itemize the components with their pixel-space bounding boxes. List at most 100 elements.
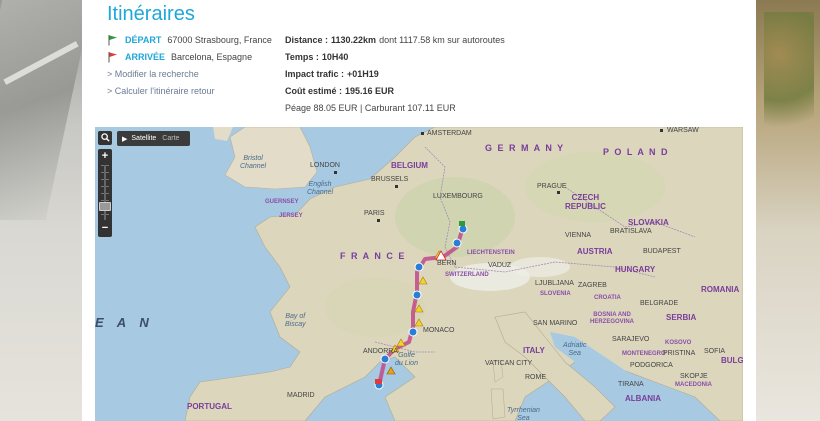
map-label-zagreb: ZAGREB: [578, 282, 607, 289]
map-label-italy: ITALY: [523, 346, 545, 355]
red-flag-icon: [107, 51, 119, 63]
route-stats: Distance : 1130.22km dont 1117.58 km sur…: [285, 31, 615, 116]
modify-search-row: > Modifier la recherche: [107, 65, 287, 82]
zoom-out-button[interactable]: −: [98, 222, 112, 235]
cout-label: Coût estimé :: [285, 85, 343, 96]
map-label-budapest: BUDAPEST: [643, 248, 681, 255]
map-label-podgorica: PODGORICA: [630, 362, 673, 369]
map-type-toggle[interactable]: ▶ Satellite Carte: [117, 131, 190, 146]
map-label-warsaw: WARSAW: [667, 127, 699, 134]
depart-row: DÉPART 67000 Strasbourg, France: [107, 31, 287, 48]
background-road: [0, 0, 95, 220]
map-label-serbia: SERBIA: [666, 313, 697, 322]
temps-row: Temps : 10H40: [285, 48, 615, 65]
map-label-germany: G E R M A N Y: [485, 143, 565, 153]
map-label-san-marino: SAN MARINO: [533, 320, 578, 327]
depart-value: 67000 Strasbourg, France: [167, 34, 272, 45]
map-label-bosnia: BOSNIA AND HERZEGOVINA: [590, 312, 635, 325]
city-dot: [660, 129, 663, 132]
green-flag-icon: [107, 34, 119, 46]
map-label-rome: ROME: [525, 374, 546, 381]
map-label-liechtenstein: LIECHTENSTEIN: [467, 250, 515, 256]
cout-row: Coût estimé : 195.16 EUR: [285, 82, 615, 99]
city-dot: [334, 171, 337, 174]
map-label-prague: PRAGUE: [537, 183, 567, 190]
map-label-jersey: JERSEY: [279, 213, 303, 219]
map-label-bulgaria: BULG: [721, 356, 743, 365]
map-label-golfe-du-lion: Golfe du Lion: [395, 352, 418, 367]
map-label-ljubljana: LJUBLJANA: [535, 280, 574, 287]
temps-label: Temps :: [285, 51, 319, 62]
map-label-guernsey: GUERNSEY: [265, 199, 299, 205]
map-label-kosovo: KOSOVO: [665, 340, 692, 346]
map-label-tirana: TIRANA: [618, 381, 644, 388]
depart-label: DÉPART: [125, 34, 162, 45]
route-summary: DÉPART 67000 Strasbourg, France ARRIVÉE …: [107, 31, 287, 99]
map-label-madrid: MADRID: [287, 392, 315, 399]
map-label-albania: ALBANIA: [625, 394, 661, 403]
distance-value: 1130.22km: [331, 34, 377, 45]
arrivee-row: ARRIVÉE Barcelona, Espagne: [107, 48, 287, 65]
map-search-button[interactable]: [98, 131, 112, 145]
search-icon: [100, 133, 110, 142]
distance-row: Distance : 1130.22km dont 1117.58 km sur…: [285, 31, 615, 48]
city-dot: [557, 191, 560, 194]
map-label-english-channel: English Channel: [307, 181, 334, 196]
map-label-brussels: BRUSSELS: [371, 176, 409, 183]
map-label-london: LONDON: [310, 162, 340, 169]
impact-label: Impact trafic :: [285, 68, 345, 79]
map-label-tyrrhenian-sea: Tyrrhenian Sea: [507, 407, 540, 421]
background-right: [756, 0, 820, 421]
distance-detail: dont 1117.58 km sur autoroutes: [379, 34, 505, 45]
city-dot: [377, 219, 380, 222]
return-route-row: > Calculer l'itinéraire retour: [107, 82, 287, 99]
map-label-austria: AUSTRIA: [577, 247, 613, 256]
map-label-france: F R A N C E: [340, 251, 406, 261]
map-label-romania: ROMANIA: [701, 285, 740, 294]
background-foliage: [764, 12, 814, 152]
route-map[interactable]: AMSTERDAM G E R M A N Y WARSAW P O L A N…: [95, 127, 743, 421]
map-label-pristina: PRISTINA: [663, 350, 696, 357]
map-label-hungary: HUNGARY: [615, 265, 656, 274]
itinerary-card: Itinéraires DÉPART 67000 Strasbourg, Fra…: [82, 0, 756, 421]
map-label-bern: BERN: [437, 260, 457, 267]
zoom-control: + −: [98, 149, 112, 237]
map-label-belgium: BELGIUM: [391, 161, 428, 170]
map-label-switzerland: SWITZERLAND: [445, 272, 489, 278]
city-dot: [395, 185, 398, 188]
map-label-slovenia: SLOVENIA: [540, 291, 571, 297]
map-label-bratislava: BRATISLAVA: [610, 228, 652, 235]
return-route-link[interactable]: > Calculer l'itinéraire retour: [107, 86, 215, 96]
zoom-in-button[interactable]: +: [98, 150, 112, 163]
map-label-croatia: CROATIA: [594, 295, 621, 301]
map-label-monaco: MONACO: [423, 327, 455, 334]
map-label-belgrade: BELGRADE: [640, 300, 679, 307]
map-label-sofia: SOFIA: [704, 348, 726, 355]
map-label-andorra: ANDORRA: [363, 348, 399, 355]
city-dot: [421, 132, 424, 135]
map-label-paris: PARIS: [364, 210, 385, 217]
map-type-carte[interactable]: Carte: [162, 135, 179, 142]
page-title: Itinéraires: [107, 3, 195, 25]
map-label-skopje: SKOPJE: [680, 373, 708, 380]
map-label-czech-republic: CZECH REPUBLIC: [565, 193, 606, 211]
play-icon: ▶: [122, 135, 128, 143]
map-label-portugal: PORTUGAL: [187, 402, 232, 411]
map-label-luxembourg: LUXEMBOURG: [433, 193, 483, 200]
map-label-amsterdam: AMSTERDAM: [427, 130, 472, 137]
impact-row: Impact trafic : +01H19: [285, 65, 615, 82]
peage-detail: Péage 88.05 EUR | Carburant 107.11 EUR: [285, 102, 456, 113]
zoom-slider-track[interactable]: [104, 165, 106, 220]
arrivee-value: Barcelona, Espagne: [171, 51, 253, 62]
map-label-bristol-channel: Bristol Channel: [240, 155, 267, 170]
map-label-montenegro: MONTENEGRO: [622, 351, 666, 357]
zoom-slider-handle[interactable]: [99, 202, 111, 211]
distance-label: Distance :: [285, 34, 329, 45]
map-label-vaduz: VADUZ: [488, 262, 512, 269]
map-label-adriatic-sea: Adriatic Sea: [563, 342, 587, 357]
map-label-slovakia: SLOVAKIA: [628, 218, 669, 227]
map-terrain: [184, 127, 743, 421]
modify-search-link[interactable]: > Modifier la recherche: [107, 69, 199, 79]
map-type-satellite[interactable]: Satellite: [131, 135, 156, 142]
map-label-ocean: E A N: [95, 315, 154, 330]
